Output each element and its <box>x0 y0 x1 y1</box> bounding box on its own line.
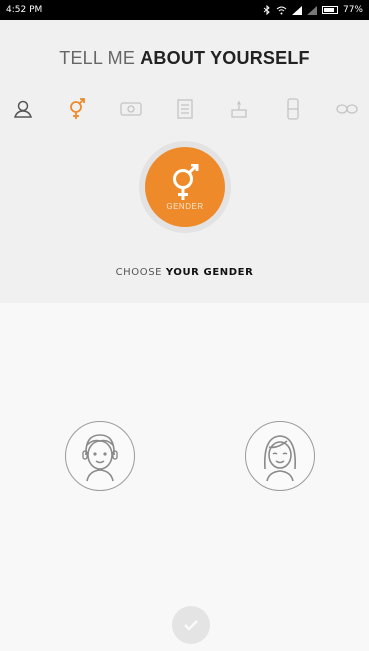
status-time: 4:52 PM <box>6 5 43 15</box>
current-step-label: GENDER <box>166 201 204 211</box>
check-icon <box>184 620 198 631</box>
step-document[interactable] <box>172 96 198 122</box>
gender-large-icon <box>173 163 199 200</box>
step-profile[interactable] <box>10 96 36 122</box>
step-id-card[interactable] <box>118 96 144 122</box>
document-icon <box>177 99 193 119</box>
female-avatar-icon <box>263 435 297 482</box>
male-avatar-icon <box>82 434 118 482</box>
onboarding-header: TELL ME ABOUT YOURSELF GENDER CHOOSE YOU… <box>0 20 369 303</box>
gender-options <box>0 303 369 651</box>
wifi-icon <box>276 6 287 14</box>
current-step-circle: GENDER <box>145 147 225 227</box>
bluetooth-icon <box>263 5 270 15</box>
step-gender[interactable] <box>64 96 90 122</box>
profile-icon <box>13 100 33 118</box>
status-icons: 77% <box>263 5 363 15</box>
female-option[interactable] <box>245 421 315 491</box>
battery-percent: 77% <box>342 5 363 15</box>
glasses-icon <box>336 104 358 114</box>
body-icon <box>287 98 299 120</box>
confirm-button[interactable] <box>172 606 210 644</box>
step-body[interactable] <box>280 96 306 122</box>
gender-icon <box>70 98 85 119</box>
title-bold: ABOUT YOURSELF <box>140 48 310 68</box>
id-card-icon <box>120 102 142 116</box>
prompt-bold: YOUR GENDER <box>165 267 254 278</box>
prompt-text: CHOOSE YOUR GENDER <box>0 267 369 278</box>
signal-icon <box>291 5 302 15</box>
male-option[interactable] <box>65 421 135 491</box>
status-bar: 4:52 PM 77% <box>0 0 369 20</box>
step-cake[interactable] <box>226 96 252 122</box>
page-title: TELL ME ABOUT YOURSELF <box>0 48 369 69</box>
prompt-light: CHOOSE <box>115 267 163 278</box>
step-glasses[interactable] <box>334 96 360 122</box>
step-indicator <box>10 96 360 122</box>
current-step-badge: GENDER <box>139 141 231 233</box>
title-light: TELL ME <box>59 48 136 68</box>
battery-icon <box>321 6 338 14</box>
cake-icon <box>231 100 247 118</box>
signal-2-icon <box>306 5 317 15</box>
